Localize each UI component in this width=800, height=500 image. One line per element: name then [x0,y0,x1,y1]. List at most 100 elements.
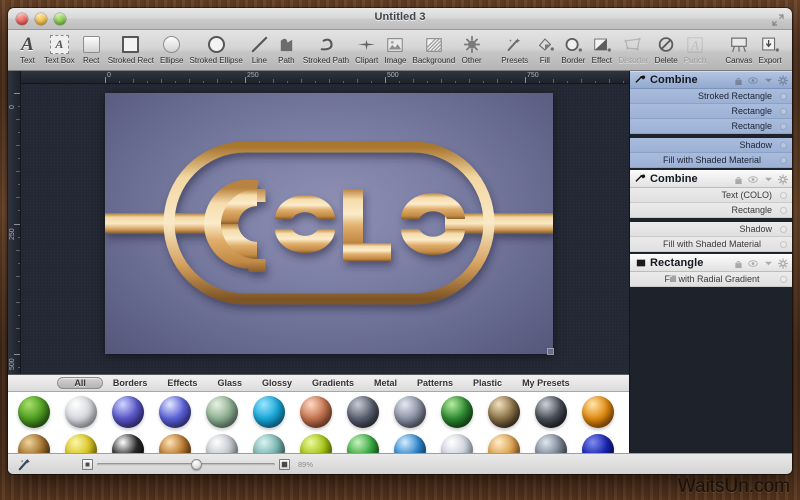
layer-group-header[interactable]: Combine [630,170,792,188]
layer-row-toggle[interactable] [780,226,787,233]
layer-row[interactable]: Shadow [630,138,792,153]
thumbnail-size-slider[interactable] [97,458,275,470]
preset-tab-borders[interactable]: Borders [103,377,158,389]
layer-row[interactable]: Shadow [630,222,792,237]
stroked-rect-icon [122,34,140,55]
lock-icon[interactable] [733,174,743,185]
preset-tab-plastic[interactable]: Plastic [463,377,512,389]
preset-swatch-cyan-orb[interactable] [245,394,292,431]
toolbar-button-stroked-path[interactable]: Stroked Path [300,32,352,71]
preset-tab-effects[interactable]: Effects [157,377,207,389]
chevron-down-icon[interactable] [763,258,773,269]
toolbar-button-border[interactable]: Border [558,32,588,71]
toolbar-button-image[interactable]: Image [381,32,409,71]
swatch-ball [299,396,332,428]
artboard-resize-handle[interactable] [547,348,554,355]
toolbar-button-path[interactable]: Path [273,32,300,71]
toolbar-button-canvas[interactable]: Canvas [722,32,755,71]
layer-row[interactable]: Fill with Shaded Material [630,237,792,252]
eye-icon[interactable] [748,75,758,86]
layer-row-toggle[interactable] [780,192,787,199]
toolbar-button-effect[interactable]: Effect [588,32,615,71]
toolbar-button-label: Path [278,56,295,65]
toolbar-button-stroked-ellipse[interactable]: Stroked Ellipse [187,32,246,71]
layer-row[interactable]: Rectangle [630,119,792,134]
toolbar-button-presets[interactable]: Presets [498,32,531,71]
preset-tab-all[interactable]: All [57,377,103,389]
preset-swatch-green-glossy[interactable] [10,394,57,431]
layer-row[interactable]: Stroked Rectangle [630,89,792,104]
preset-swatch-sage-glass[interactable] [198,394,245,431]
toolbar-button-delete[interactable]: Delete [652,32,681,71]
large-thumbnail-icon[interactable] [279,458,290,470]
layer-row-toggle[interactable] [780,276,787,283]
eye-icon[interactable] [748,174,758,185]
toolbar-button-clipart[interactable]: Clipart [352,32,381,71]
preset-swatch-indigo-glass[interactable] [104,394,151,431]
toolbar-button-text[interactable]: A Text [14,32,41,71]
zoom-percentage: 89% [298,459,314,469]
layer-row-toggle[interactable] [780,207,787,214]
toolbar-button-fill[interactable]: Fill [531,32,558,71]
layer-group[interactable]: Rectangle Fill with Radial Gradient [630,254,792,287]
preset-swatch-amber-orange[interactable] [574,394,621,431]
preset-swatch-silver-blue[interactable] [386,394,433,431]
layer-row[interactable]: Rectangle [630,203,792,218]
preset-swatch-white-pearl[interactable] [57,394,104,431]
layer-group[interactable]: Combine Text (COLO) Rectangle Shadow Fill wi… [630,170,792,252]
layer-row-toggle[interactable] [780,157,787,164]
layer-group-header[interactable]: Combine [630,71,792,89]
layer-row[interactable]: Rectangle [630,104,792,119]
layer-group-header[interactable]: Rectangle [630,254,792,272]
layer-group-controls [733,258,788,269]
toolbar-button-line[interactable]: Line [246,32,273,71]
layer-row-toggle[interactable] [780,108,787,115]
expand-icon[interactable] [772,13,784,26]
layer-row[interactable]: Fill with Shaded Material [630,153,792,168]
chevron-down-icon[interactable] [763,174,773,185]
gear-icon[interactable] [778,75,788,86]
toolbar-button-rect[interactable]: Rect [78,32,105,71]
toolbar-button-background[interactable]: Background [409,32,458,71]
preset-tab-metal[interactable]: Metal [364,377,407,389]
gear-icon[interactable] [778,174,788,185]
toolbar-button-label: Punch [683,56,707,65]
chevron-down-icon[interactable] [763,75,773,86]
ruler-tick [17,340,20,342]
layer-row-toggle[interactable] [780,241,787,248]
small-thumbnail-icon[interactable] [82,458,93,470]
layer-row-toggle[interactable] [780,142,787,149]
preset-tab-patterns[interactable]: Patterns [407,377,463,389]
toolbar-button-export[interactable]: Export [756,32,785,71]
preset-swatch-black-chrome[interactable] [527,394,574,431]
toolbar-button-stroked-rect[interactable]: Stroked Rect [105,32,157,71]
preset-swatch-green-metal[interactable] [433,394,480,431]
preset-swatch-copper-metal[interactable] [292,394,339,431]
toolbar-button-text-box[interactable]: A Text Box [41,32,78,71]
layer-row[interactable]: Text (COLO) [630,188,792,203]
lock-icon[interactable] [733,258,743,269]
background-icon [425,34,443,55]
ruler-tick [539,80,540,83]
eye-icon[interactable] [748,258,758,269]
toolbar-button-ellipse[interactable]: Ellipse [157,32,187,71]
lock-icon[interactable] [733,75,743,86]
artboard[interactable] [105,93,554,355]
preset-swatch-bronze-dark[interactable] [480,394,527,431]
preset-swatch-steel-dark[interactable] [339,394,386,431]
toolbar-button-other[interactable]: Other [458,32,485,71]
layer-row[interactable]: Fill with Radial Gradient [630,272,792,287]
preset-swatch-blue-glass[interactable] [151,394,198,431]
preset-tab-glossy[interactable]: Glossy [252,377,302,389]
layer-row-toggle[interactable] [780,93,787,100]
preset-tab-my-presets[interactable]: My Presets [512,377,580,389]
magic-wand-icon[interactable] [14,456,34,472]
preset-tab-gradients[interactable]: Gradients [302,377,364,389]
layer-group[interactable]: Combine Stroked Rectangle Rectangle Rectang… [630,71,792,168]
layer-row-toggle[interactable] [780,123,787,130]
ruler-tick [245,77,246,83]
toolbar-button-label: Ellipse [159,56,184,65]
slider-knob[interactable] [191,458,203,470]
gear-icon[interactable] [778,258,788,269]
preset-tab-glass[interactable]: Glass [207,377,252,389]
